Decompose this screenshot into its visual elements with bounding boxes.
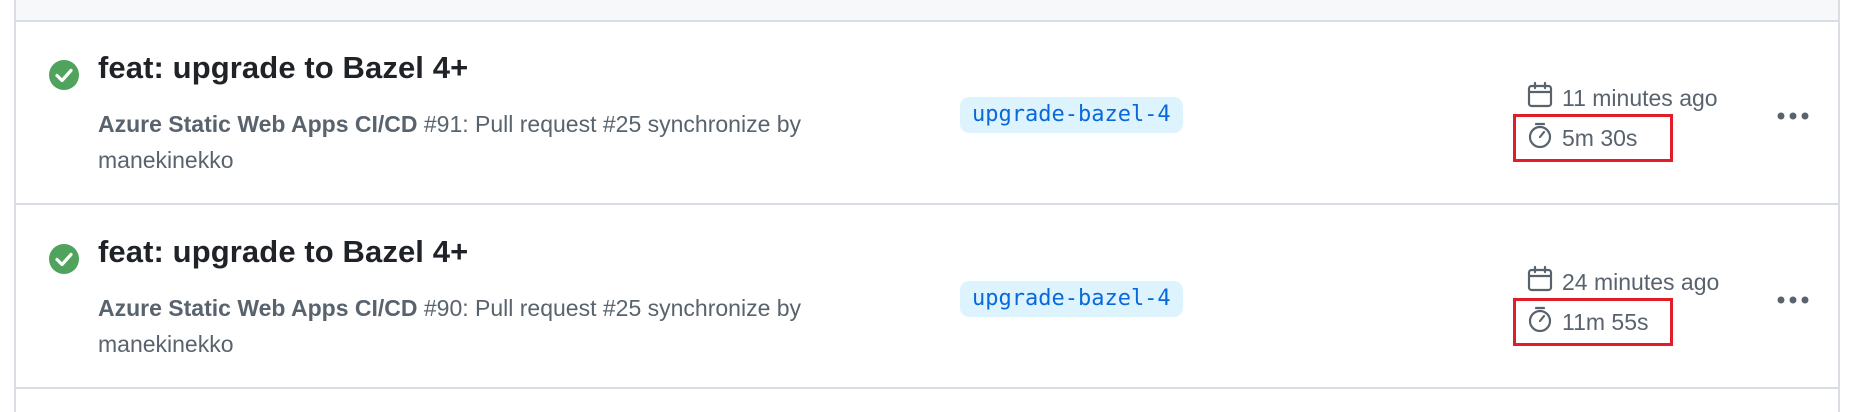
check-circle-icon xyxy=(48,243,80,275)
workflow-name: Azure Static Web Apps CI/CD xyxy=(98,295,418,321)
branch-label[interactable]: upgrade-bazel-4 xyxy=(960,97,1183,133)
workflow-runs-list: feat: upgrade to Bazel 4+ Azure Static W… xyxy=(14,0,1840,412)
created-time: 11 minutes ago xyxy=(1526,81,1718,115)
kebab-menu-icon[interactable] xyxy=(1771,98,1815,134)
duration-highlight-box xyxy=(1513,298,1673,346)
check-circle-icon xyxy=(48,59,80,91)
workflow-run-row[interactable]: feat: upgrade to Bazel 4+ Azure Static W… xyxy=(16,206,1838,389)
duration-highlight-box xyxy=(1513,114,1673,162)
created-text: 11 minutes ago xyxy=(1562,84,1718,111)
kebab-menu-icon[interactable] xyxy=(1771,282,1815,318)
created-time: 24 minutes ago xyxy=(1526,265,1720,299)
workflow-run-row[interactable]: feat: upgrade to Bazel 4+ Azure Static W… xyxy=(16,22,1838,205)
created-text: 24 minutes ago xyxy=(1562,268,1720,295)
list-continuation xyxy=(16,390,1838,412)
workflow-name: Azure Static Web Apps CI/CD xyxy=(98,111,418,137)
run-number: #91 xyxy=(423,111,463,137)
branch-label[interactable]: upgrade-bazel-4 xyxy=(960,281,1183,317)
calendar-icon xyxy=(1526,81,1554,115)
run-title-link[interactable]: feat: upgrade to Bazel 4+ xyxy=(98,50,468,86)
run-meta: Azure Static Web Apps CI/CD #90: Pull re… xyxy=(98,290,898,362)
calendar-icon xyxy=(1526,265,1554,299)
list-header-strip xyxy=(16,0,1838,22)
run-title-link[interactable]: feat: upgrade to Bazel 4+ xyxy=(98,234,468,270)
run-number: #90 xyxy=(423,295,463,321)
run-meta: Azure Static Web Apps CI/CD #91: Pull re… xyxy=(98,106,898,178)
